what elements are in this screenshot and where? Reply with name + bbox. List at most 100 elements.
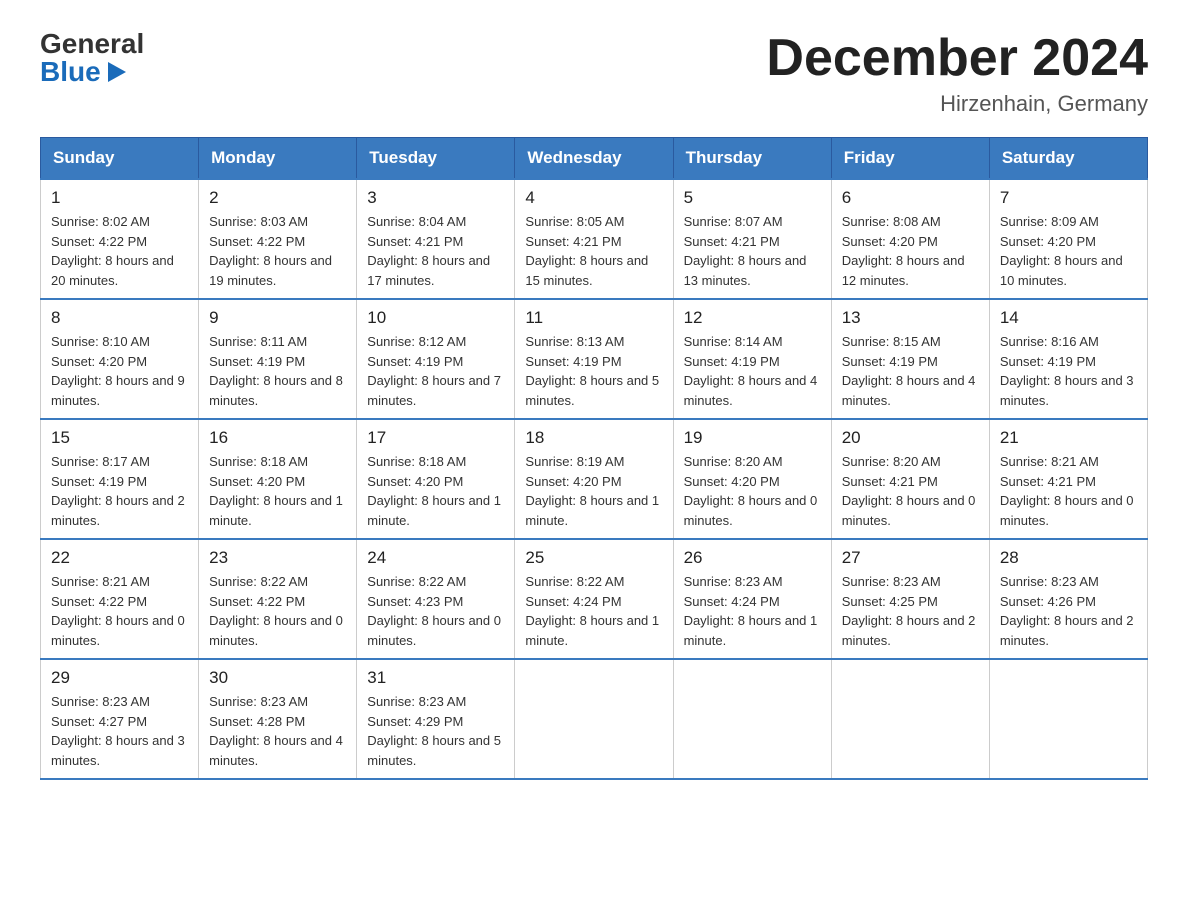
day-number: 24 <box>367 548 504 568</box>
day-number: 6 <box>842 188 979 208</box>
calendar-cell: 2 Sunrise: 8:03 AM Sunset: 4:22 PM Dayli… <box>199 179 357 299</box>
day-info: Sunrise: 8:13 AM Sunset: 4:19 PM Dayligh… <box>525 332 662 410</box>
calendar-cell: 29 Sunrise: 8:23 AM Sunset: 4:27 PM Dayl… <box>41 659 199 779</box>
day-info: Sunrise: 8:08 AM Sunset: 4:20 PM Dayligh… <box>842 212 979 290</box>
day-info: Sunrise: 8:19 AM Sunset: 4:20 PM Dayligh… <box>525 452 662 530</box>
col-thursday: Thursday <box>673 138 831 180</box>
day-number: 21 <box>1000 428 1137 448</box>
day-number: 9 <box>209 308 346 328</box>
day-number: 3 <box>367 188 504 208</box>
day-info: Sunrise: 8:11 AM Sunset: 4:19 PM Dayligh… <box>209 332 346 410</box>
day-number: 20 <box>842 428 979 448</box>
col-sunday: Sunday <box>41 138 199 180</box>
day-number: 8 <box>51 308 188 328</box>
calendar-cell <box>673 659 831 779</box>
col-friday: Friday <box>831 138 989 180</box>
day-info: Sunrise: 8:14 AM Sunset: 4:19 PM Dayligh… <box>684 332 821 410</box>
day-number: 25 <box>525 548 662 568</box>
calendar-cell: 12 Sunrise: 8:14 AM Sunset: 4:19 PM Dayl… <box>673 299 831 419</box>
days-of-week-row: Sunday Monday Tuesday Wednesday Thursday… <box>41 138 1148 180</box>
day-info: Sunrise: 8:10 AM Sunset: 4:20 PM Dayligh… <box>51 332 188 410</box>
location-subtitle: Hirzenhain, Germany <box>766 91 1148 117</box>
calendar-cell: 5 Sunrise: 8:07 AM Sunset: 4:21 PM Dayli… <box>673 179 831 299</box>
calendar-body: 1 Sunrise: 8:02 AM Sunset: 4:22 PM Dayli… <box>41 179 1148 779</box>
calendar-week-row: 29 Sunrise: 8:23 AM Sunset: 4:27 PM Dayl… <box>41 659 1148 779</box>
calendar-cell: 19 Sunrise: 8:20 AM Sunset: 4:20 PM Dayl… <box>673 419 831 539</box>
day-info: Sunrise: 8:07 AM Sunset: 4:21 PM Dayligh… <box>684 212 821 290</box>
day-number: 22 <box>51 548 188 568</box>
day-number: 18 <box>525 428 662 448</box>
day-number: 28 <box>1000 548 1137 568</box>
title-block: December 2024 Hirzenhain, Germany <box>766 30 1148 117</box>
day-info: Sunrise: 8:12 AM Sunset: 4:19 PM Dayligh… <box>367 332 504 410</box>
calendar-header: Sunday Monday Tuesday Wednesday Thursday… <box>41 138 1148 180</box>
calendar-cell: 23 Sunrise: 8:22 AM Sunset: 4:22 PM Dayl… <box>199 539 357 659</box>
calendar-cell: 20 Sunrise: 8:20 AM Sunset: 4:21 PM Dayl… <box>831 419 989 539</box>
calendar-table: Sunday Monday Tuesday Wednesday Thursday… <box>40 137 1148 780</box>
logo-blue-text: Blue <box>40 58 127 86</box>
calendar-cell: 30 Sunrise: 8:23 AM Sunset: 4:28 PM Dayl… <box>199 659 357 779</box>
day-number: 5 <box>684 188 821 208</box>
day-info: Sunrise: 8:23 AM Sunset: 4:29 PM Dayligh… <box>367 692 504 770</box>
calendar-cell: 28 Sunrise: 8:23 AM Sunset: 4:26 PM Dayl… <box>989 539 1147 659</box>
day-number: 29 <box>51 668 188 688</box>
calendar-cell: 17 Sunrise: 8:18 AM Sunset: 4:20 PM Dayl… <box>357 419 515 539</box>
calendar-cell: 15 Sunrise: 8:17 AM Sunset: 4:19 PM Dayl… <box>41 419 199 539</box>
page-header: General Blue December 2024 Hirzenhain, G… <box>40 30 1148 117</box>
day-number: 26 <box>684 548 821 568</box>
day-number: 23 <box>209 548 346 568</box>
day-info: Sunrise: 8:20 AM Sunset: 4:21 PM Dayligh… <box>842 452 979 530</box>
calendar-cell: 22 Sunrise: 8:21 AM Sunset: 4:22 PM Dayl… <box>41 539 199 659</box>
day-number: 27 <box>842 548 979 568</box>
calendar-cell: 3 Sunrise: 8:04 AM Sunset: 4:21 PM Dayli… <box>357 179 515 299</box>
day-number: 13 <box>842 308 979 328</box>
day-info: Sunrise: 8:16 AM Sunset: 4:19 PM Dayligh… <box>1000 332 1137 410</box>
calendar-cell <box>515 659 673 779</box>
day-number: 17 <box>367 428 504 448</box>
day-number: 2 <box>209 188 346 208</box>
calendar-cell: 31 Sunrise: 8:23 AM Sunset: 4:29 PM Dayl… <box>357 659 515 779</box>
calendar-cell: 26 Sunrise: 8:23 AM Sunset: 4:24 PM Dayl… <box>673 539 831 659</box>
calendar-cell: 7 Sunrise: 8:09 AM Sunset: 4:20 PM Dayli… <box>989 179 1147 299</box>
calendar-cell: 16 Sunrise: 8:18 AM Sunset: 4:20 PM Dayl… <box>199 419 357 539</box>
day-info: Sunrise: 8:21 AM Sunset: 4:21 PM Dayligh… <box>1000 452 1137 530</box>
calendar-cell <box>831 659 989 779</box>
day-number: 7 <box>1000 188 1137 208</box>
calendar-cell: 11 Sunrise: 8:13 AM Sunset: 4:19 PM Dayl… <box>515 299 673 419</box>
day-info: Sunrise: 8:15 AM Sunset: 4:19 PM Dayligh… <box>842 332 979 410</box>
calendar-cell: 9 Sunrise: 8:11 AM Sunset: 4:19 PM Dayli… <box>199 299 357 419</box>
calendar-cell <box>989 659 1147 779</box>
day-number: 12 <box>684 308 821 328</box>
calendar-cell: 27 Sunrise: 8:23 AM Sunset: 4:25 PM Dayl… <box>831 539 989 659</box>
calendar-cell: 4 Sunrise: 8:05 AM Sunset: 4:21 PM Dayli… <box>515 179 673 299</box>
calendar-week-row: 15 Sunrise: 8:17 AM Sunset: 4:19 PM Dayl… <box>41 419 1148 539</box>
day-info: Sunrise: 8:23 AM Sunset: 4:26 PM Dayligh… <box>1000 572 1137 650</box>
day-info: Sunrise: 8:23 AM Sunset: 4:28 PM Dayligh… <box>209 692 346 770</box>
day-number: 30 <box>209 668 346 688</box>
main-title: December 2024 <box>766 30 1148 87</box>
calendar-week-row: 22 Sunrise: 8:21 AM Sunset: 4:22 PM Dayl… <box>41 539 1148 659</box>
logo: General Blue <box>40 30 144 86</box>
calendar-cell: 10 Sunrise: 8:12 AM Sunset: 4:19 PM Dayl… <box>357 299 515 419</box>
day-info: Sunrise: 8:22 AM Sunset: 4:23 PM Dayligh… <box>367 572 504 650</box>
col-tuesday: Tuesday <box>357 138 515 180</box>
day-number: 15 <box>51 428 188 448</box>
day-info: Sunrise: 8:23 AM Sunset: 4:25 PM Dayligh… <box>842 572 979 650</box>
day-info: Sunrise: 8:02 AM Sunset: 4:22 PM Dayligh… <box>51 212 188 290</box>
calendar-week-row: 8 Sunrise: 8:10 AM Sunset: 4:20 PM Dayli… <box>41 299 1148 419</box>
day-info: Sunrise: 8:18 AM Sunset: 4:20 PM Dayligh… <box>209 452 346 530</box>
day-info: Sunrise: 8:22 AM Sunset: 4:24 PM Dayligh… <box>525 572 662 650</box>
day-number: 16 <box>209 428 346 448</box>
day-info: Sunrise: 8:21 AM Sunset: 4:22 PM Dayligh… <box>51 572 188 650</box>
day-info: Sunrise: 8:22 AM Sunset: 4:22 PM Dayligh… <box>209 572 346 650</box>
calendar-cell: 13 Sunrise: 8:15 AM Sunset: 4:19 PM Dayl… <box>831 299 989 419</box>
day-number: 1 <box>51 188 188 208</box>
logo-general-text: General <box>40 30 144 58</box>
calendar-cell: 1 Sunrise: 8:02 AM Sunset: 4:22 PM Dayli… <box>41 179 199 299</box>
day-info: Sunrise: 8:03 AM Sunset: 4:22 PM Dayligh… <box>209 212 346 290</box>
col-monday: Monday <box>199 138 357 180</box>
calendar-cell: 8 Sunrise: 8:10 AM Sunset: 4:20 PM Dayli… <box>41 299 199 419</box>
calendar-cell: 14 Sunrise: 8:16 AM Sunset: 4:19 PM Dayl… <box>989 299 1147 419</box>
day-number: 14 <box>1000 308 1137 328</box>
calendar-cell: 25 Sunrise: 8:22 AM Sunset: 4:24 PM Dayl… <box>515 539 673 659</box>
